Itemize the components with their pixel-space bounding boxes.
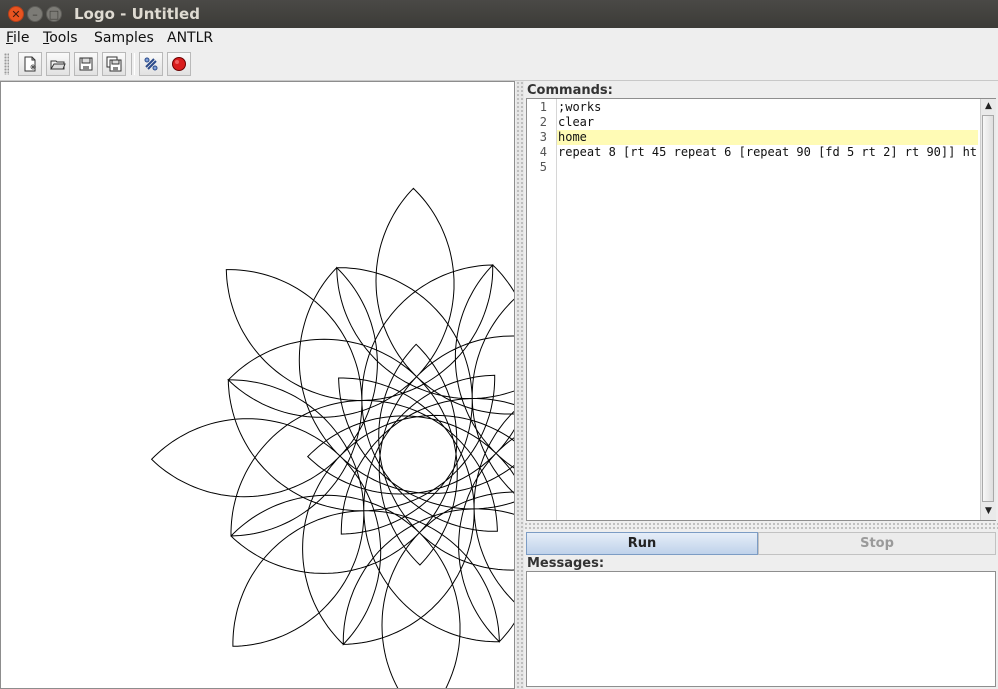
commands-label: Commands: xyxy=(527,83,613,98)
window-title: Logo - Untitled xyxy=(74,5,200,23)
menu-samples[interactable]: Samples xyxy=(94,30,154,46)
code-line[interactable]: home xyxy=(558,130,587,144)
line-number: 1 xyxy=(539,100,547,114)
menu-tools[interactable]: Tools xyxy=(43,30,78,46)
line-number: 2 xyxy=(539,115,547,129)
toolbar-separator xyxy=(131,53,135,75)
turtle-drawing xyxy=(150,187,514,688)
toolbar-grip[interactable] xyxy=(4,53,9,75)
line-number: 5 xyxy=(539,160,547,174)
run-script-button[interactable] xyxy=(139,52,163,76)
code-line[interactable]: clear xyxy=(558,115,594,129)
line-number: 3 xyxy=(539,130,547,144)
open-button[interactable] xyxy=(46,52,70,76)
menu-antlr[interactable]: ANTLR xyxy=(167,30,213,46)
messages-area[interactable] xyxy=(526,571,996,687)
command-editor[interactable]: 1 2 3 4 5 ;works clear home repeat 8 [rt… xyxy=(526,98,996,521)
editor-scrollbar[interactable]: ▲ ▼ xyxy=(980,99,996,520)
new-file-button[interactable] xyxy=(18,52,42,76)
run-button[interactable]: Run xyxy=(526,532,758,555)
menu-bar: File Tools Samples ANTLR xyxy=(0,28,998,49)
turtle-canvas[interactable] xyxy=(0,81,515,689)
menu-file[interactable]: File xyxy=(6,30,29,46)
current-line-highlight xyxy=(557,130,978,145)
vertical-split-handle[interactable] xyxy=(516,81,524,689)
scroll-up-arrow-icon[interactable]: ▲ xyxy=(981,99,996,114)
toolbar xyxy=(0,49,998,81)
title-bar: ✕ – □ Logo - Untitled xyxy=(0,0,998,28)
stop-button[interactable]: Stop xyxy=(758,532,996,555)
stop-button-toolbar[interactable] xyxy=(167,52,191,76)
new-file-icon xyxy=(24,56,36,72)
scroll-down-arrow-icon[interactable]: ▼ xyxy=(981,504,996,519)
minimize-window-icon[interactable]: – xyxy=(27,6,43,22)
messages-label: Messages: xyxy=(527,556,605,571)
save-button[interactable] xyxy=(74,52,98,76)
turtle-path xyxy=(150,187,514,688)
run-script-icon xyxy=(144,57,158,71)
code-line[interactable]: repeat 8 [rt 45 repeat 6 [repeat 90 [fd … xyxy=(558,145,977,159)
save-as-button[interactable] xyxy=(102,52,126,76)
close-window-icon[interactable]: ✕ xyxy=(8,6,24,22)
scrollbar-thumb[interactable] xyxy=(982,115,994,502)
horizontal-split-handle[interactable] xyxy=(524,522,998,530)
save-as-icon xyxy=(106,56,122,72)
open-folder-icon xyxy=(50,60,66,70)
line-number: 4 xyxy=(539,145,547,159)
stop-record-icon xyxy=(172,57,186,71)
code-line[interactable]: ;works xyxy=(558,100,601,114)
line-number-gutter: 1 2 3 4 5 xyxy=(527,99,557,520)
save-icon xyxy=(79,57,93,71)
maximize-window-icon[interactable]: □ xyxy=(46,6,62,22)
